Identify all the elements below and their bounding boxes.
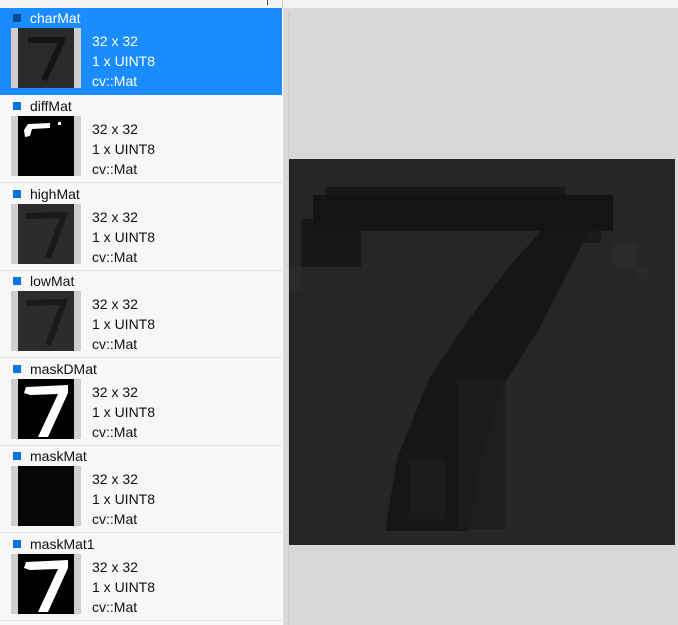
low-thumb-icon — [18, 291, 74, 351]
mat-thumbnail — [11, 291, 81, 351]
mat-type: cv::Mat — [92, 424, 138, 440]
mat-type: cv::Mat — [92, 336, 138, 352]
char-mat-preview-image[interactable] — [289, 159, 675, 545]
mat-size: 32 x 32 — [92, 559, 138, 575]
mat-name: highMat — [30, 186, 80, 202]
mat-type: cv::Mat — [92, 73, 138, 89]
top-toolbar-strip — [0, 0, 678, 8]
mat-item-maskMat1[interactable]: maskMat1 32 x 32 1 x UINT8 cv::Mat — [0, 534, 282, 621]
char-seven-thumb-icon — [18, 28, 74, 88]
mat-type: cv::Mat — [92, 249, 138, 265]
mat-format: 1 x UINT8 — [92, 404, 156, 420]
mat-info: 32 x 32 1 x UINT8 cv::Mat — [92, 119, 155, 179]
mat-format: 1 x UINT8 — [92, 229, 156, 245]
mat-item-lowMat[interactable]: lowMat 32 x 32 1 x UINT8 cv::Mat — [0, 271, 282, 358]
mat-item-highMat[interactable]: highMat 32 x 32 1 x UINT8 cv::Mat — [0, 184, 282, 271]
mask-seven-thumb-icon — [18, 379, 74, 439]
mat-info: 32 x 32 1 x UINT8 cv::Mat — [92, 207, 155, 267]
mat-size: 32 x 32 — [92, 33, 138, 49]
mat-size: 32 x 32 — [92, 121, 138, 137]
mat-type: cv::Mat — [92, 599, 138, 615]
high-thumb-icon — [18, 204, 74, 264]
diff-thumb-icon — [18, 116, 74, 176]
mat-name: maskMat1 — [30, 536, 95, 552]
mat-name: charMat — [30, 10, 81, 26]
mat-list: charMat 32 x 32 1 x UINT8 cv::Mat diffMa… — [0, 8, 282, 625]
mat-name: diffMat — [30, 98, 72, 114]
mat-info: 32 x 32 1 x UINT8 cv::Mat — [92, 557, 155, 617]
mat-thumbnail — [11, 116, 81, 176]
pane-divider[interactable] — [282, 0, 283, 8]
mat-thumbnail — [11, 466, 81, 526]
mask-seven-thumb-icon — [18, 554, 74, 614]
mat-marker-icon — [13, 365, 21, 373]
mat-marker-icon — [13, 452, 21, 460]
mat-marker-icon — [13, 190, 21, 198]
mat-info: 32 x 32 1 x UINT8 cv::Mat — [92, 31, 155, 91]
mat-thumbnail — [11, 28, 81, 88]
mat-size: 32 x 32 — [92, 296, 138, 312]
mat-size: 32 x 32 — [92, 209, 138, 225]
mat-format: 1 x UINT8 — [92, 53, 156, 69]
mat-info: 32 x 32 1 x UINT8 cv::Mat — [92, 469, 155, 529]
mat-marker-icon — [13, 14, 21, 22]
mat-thumbnail — [11, 554, 81, 614]
mat-item-maskDMat[interactable]: maskDMat 32 x 32 1 x UINT8 cv::Mat — [0, 359, 282, 446]
mat-marker-icon — [13, 277, 21, 285]
mat-format: 1 x UINT8 — [92, 491, 156, 507]
mat-type: cv::Mat — [92, 511, 138, 527]
mat-thumbnail — [11, 379, 81, 439]
mat-format: 1 x UINT8 — [92, 316, 156, 332]
mat-format: 1 x UINT8 — [92, 141, 156, 157]
mat-item-diffMat[interactable]: diffMat 32 x 32 1 x UINT8 cv::Mat — [0, 96, 282, 183]
mat-item-maskMat[interactable]: maskMat 32 x 32 1 x UINT8 cv::Mat — [0, 446, 282, 533]
mask-empty-thumb-icon — [18, 466, 74, 526]
mat-info: 32 x 32 1 x UINT8 cv::Mat — [92, 382, 155, 442]
mat-marker-icon — [13, 540, 21, 548]
mat-name: maskMat — [30, 448, 87, 464]
mat-thumbnail — [11, 204, 81, 264]
mat-info: 32 x 32 1 x UINT8 cv::Mat — [92, 294, 155, 354]
mat-type: cv::Mat — [92, 161, 138, 177]
mat-marker-icon — [13, 102, 21, 110]
mat-name: lowMat — [30, 273, 75, 289]
mat-name: maskDMat — [30, 361, 97, 377]
toolbar-tick — [267, 0, 268, 5]
mat-size: 32 x 32 — [92, 471, 138, 487]
mat-size: 32 x 32 — [92, 384, 138, 400]
mat-item-charMat[interactable]: charMat 32 x 32 1 x UINT8 cv::Mat — [0, 8, 282, 95]
mat-format: 1 x UINT8 — [92, 579, 156, 595]
